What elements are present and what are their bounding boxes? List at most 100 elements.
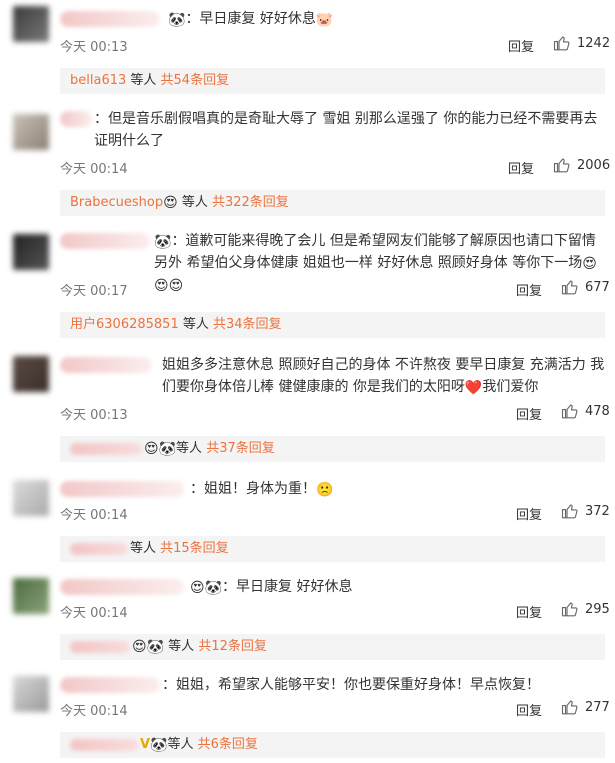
sub-reply-count[interactable]: 共15条回复: [160, 541, 229, 556]
sub-replies-summary: 😍🐼 等人 共12条回复: [70, 634, 267, 660]
panda-emoji-icon: 🐼: [168, 12, 186, 28]
sub-replies-summary: V🐼等人 共6条回复: [70, 732, 258, 758]
username[interactable]: [60, 233, 150, 249]
sub-reply-count[interactable]: 共54条回复: [161, 73, 230, 88]
avatar[interactable]: [13, 480, 49, 516]
v-badge-icon: V: [140, 737, 151, 752]
sub-replies-bar[interactable]: 😍🐼等人 共37条回复: [60, 436, 605, 462]
panda-emoji-icon: 🐼: [154, 234, 172, 250]
reply-button[interactable]: 回复: [508, 158, 534, 177]
sub-reply-user-blurred[interactable]: [70, 640, 130, 653]
username[interactable]: [60, 11, 160, 27]
hearts-face-emoji-icon: 😍: [163, 195, 178, 211]
avatar[interactable]: [13, 234, 49, 270]
username[interactable]: [60, 579, 184, 595]
avatar[interactable]: [13, 356, 49, 392]
sub-replies-bar[interactable]: V🐼等人 共6条回复: [60, 732, 605, 758]
sub-reply-mid: 等人: [130, 541, 161, 556]
comment-time: 今天 00:13: [60, 408, 128, 423]
username[interactable]: [60, 111, 92, 127]
comment-text: 🐼：早日康复 好好休息🐷: [168, 8, 605, 30]
comment-item: ：姐姐，希望家人能够平安！你也要保重好身体！早点恢复！ 今天 00:14 回复 …: [0, 666, 615, 763]
reply-button[interactable]: 回复: [516, 700, 542, 719]
avatar[interactable]: [13, 578, 49, 614]
comment-text: 😍🐼：早日康复 好好休息: [190, 576, 605, 598]
like-count: 295: [585, 601, 610, 617]
comment-time: 今天 00:14: [60, 704, 128, 719]
sub-replies-bar[interactable]: 😍🐼 等人 共12条回复: [60, 634, 605, 660]
comment-text-lead: ：早日康复 好好休息: [185, 11, 316, 27]
thumbs-up-icon: [553, 36, 570, 51]
hearts-face-emoji-icon: 😍: [582, 256, 597, 272]
comment-text: ：姐姐，希望家人能够平安！你也要保重好身体！早点恢复！: [162, 674, 605, 696]
sub-replies-summary: 用户6306285851 等人 共34条回复: [70, 312, 282, 338]
sub-replies-bar[interactable]: bella613 等人 共54条回复: [60, 68, 605, 94]
like-button[interactable]: 372: [561, 502, 610, 520]
like-count: 2006: [577, 157, 611, 173]
sub-reply-user[interactable]: Brabecueshop: [70, 195, 163, 210]
sub-reply-count[interactable]: 共34条回复: [213, 317, 282, 332]
comment-text: ：姐姐！身体为重！🙁: [190, 478, 605, 500]
comment-time: 今天 00:13: [60, 40, 128, 55]
like-count: 478: [585, 403, 610, 419]
sub-reply-mid: 等人: [126, 73, 161, 88]
comment-item: ：但是音乐剧假唱真的是奇耻大辱了 雪姐 别那么逞强了 你的能力已经不需要再去证明…: [0, 100, 615, 222]
username[interactable]: [60, 481, 184, 497]
like-button[interactable]: 295: [561, 600, 610, 618]
sub-reply-count[interactable]: 共322条回复: [212, 195, 289, 210]
reply-button[interactable]: 回复: [516, 280, 542, 299]
comment-text-lead: ：但是音乐剧假唱真的是奇耻大辱了 雪姐 别那么逞强了 你的能力已经不需要再去证明…: [94, 111, 598, 149]
avatar[interactable]: [13, 676, 49, 712]
sub-replies-bar[interactable]: 等人 共15条回复: [60, 536, 605, 562]
hearts-face-emoji-icon: 😍: [144, 441, 159, 457]
reply-button[interactable]: 回复: [516, 404, 542, 423]
comment-time: 今天 00:14: [60, 606, 128, 621]
reply-button[interactable]: 回复: [516, 504, 542, 523]
panda-emoji-icon: 🐼: [146, 639, 165, 655]
like-button[interactable]: 478: [561, 402, 610, 420]
sub-replies-bar[interactable]: Brabecueshop😍 等人 共322条回复: [60, 190, 605, 216]
like-button[interactable]: 677: [561, 278, 610, 296]
sub-reply-count[interactable]: 共12条回复: [198, 639, 267, 654]
sub-reply-user[interactable]: 用户6306285851: [70, 317, 179, 332]
avatar[interactable]: [13, 6, 49, 42]
thumbs-up-icon: [553, 158, 570, 173]
sub-replies-bar[interactable]: 用户6306285851 等人 共34条回复: [60, 312, 605, 338]
pig-emoji-icon: 🐷: [315, 12, 334, 28]
sub-reply-count[interactable]: 共6条回复: [198, 737, 258, 752]
sub-replies-summary: bella613 等人 共54条回复: [70, 68, 229, 94]
hearts-face-emoji-icon: 😍: [168, 278, 184, 294]
comment-time: 今天 00:17: [60, 284, 128, 299]
sub-reply-count[interactable]: 共37条回复: [206, 441, 275, 456]
comment-time: 今天 00:14: [60, 508, 128, 523]
reply-button[interactable]: 回复: [508, 36, 534, 55]
comment-text-lead: ：姐姐，希望家人能够平安！你也要保重好身体！早点恢复！: [162, 677, 540, 693]
sub-reply-user-blurred[interactable]: [70, 542, 128, 555]
like-button[interactable]: 2006: [553, 156, 610, 174]
comment-time: 今天 00:14: [60, 162, 128, 177]
sub-reply-user-blurred[interactable]: [70, 442, 142, 455]
comment-text: 姐姐多多注意休息 照顾好自己的身体 不许熬夜 要早日康复 充满活力 我们要你身体…: [162, 354, 605, 398]
sub-reply-user-blurred[interactable]: [70, 738, 138, 751]
thumbs-up-icon: [561, 602, 578, 617]
like-button[interactable]: 1242: [553, 34, 610, 52]
avatar[interactable]: [13, 114, 49, 150]
sub-replies-summary: Brabecueshop😍 等人 共322条回复: [70, 190, 289, 216]
reply-button[interactable]: 回复: [516, 602, 542, 621]
like-button[interactable]: 277: [561, 698, 610, 716]
username[interactable]: [60, 357, 152, 373]
comment-item: 姐姐多多注意休息 照顾好自己的身体 不许熬夜 要早日康复 充满活力 我们要你身体…: [0, 344, 615, 468]
thumbs-up-icon: [561, 504, 578, 519]
like-count: 372: [585, 503, 610, 519]
username[interactable]: [60, 677, 160, 693]
hearts-face-emoji-icon: 😍: [132, 639, 147, 655]
like-count: 677: [585, 279, 610, 295]
sub-reply-mid: 等人: [167, 737, 198, 752]
sub-replies-summary: 等人 共15条回复: [70, 536, 229, 562]
comment-text-lead: ：早日康复 好好休息: [222, 579, 353, 595]
comment-item: 🐼：道歉可能来得晚了会儿 但是希望网友们能够了解原因也请口下留情 另外 希望伯父…: [0, 222, 615, 344]
heart-emoji-icon: ❤️: [464, 380, 483, 396]
comment-text: ：但是音乐剧假唱真的是奇耻大辱了 雪姐 别那么逞强了 你的能力已经不需要再去证明…: [94, 108, 605, 152]
hearts-face-emoji-icon: 😍: [190, 580, 205, 596]
sub-reply-user[interactable]: bella613: [70, 73, 126, 88]
